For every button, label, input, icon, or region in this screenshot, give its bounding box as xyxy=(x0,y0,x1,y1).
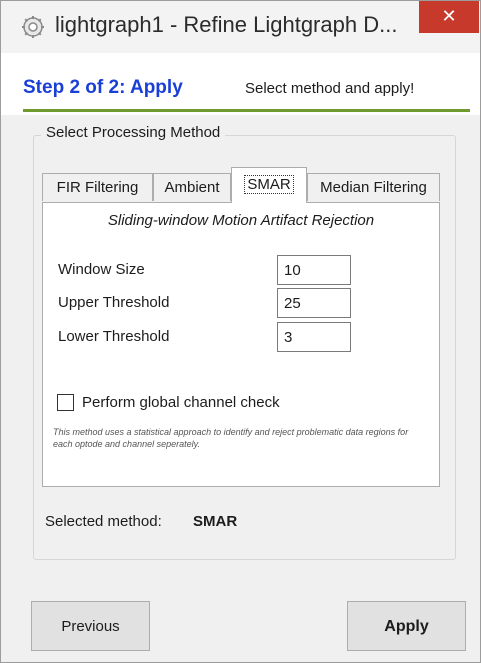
header-divider xyxy=(23,109,470,112)
lower-threshold-input[interactable] xyxy=(277,322,351,352)
tab-label: FIR Filtering xyxy=(56,179,139,196)
window-size-input[interactable] xyxy=(277,255,351,285)
tab-fir-filtering[interactable]: FIR Filtering xyxy=(42,173,153,201)
method-description: This method uses a statistical approach … xyxy=(53,427,409,449)
selected-method-label: Selected method: xyxy=(45,513,162,530)
global-channel-check-checkbox[interactable] xyxy=(57,394,74,411)
selected-method-value: SMAR xyxy=(193,513,238,530)
step-label: Step 2 of 2: Apply xyxy=(23,77,183,98)
window-title: lightgraph1 - Refine Lightgraph D... xyxy=(55,12,398,37)
tab-label: Median Filtering xyxy=(320,179,427,196)
title-bar[interactable]: lightgraph1 - Refine Lightgraph D... ✕ xyxy=(1,1,480,53)
group-legend: Select Processing Method xyxy=(41,124,226,141)
lower-threshold-label: Lower Threshold xyxy=(58,328,170,345)
tab-label: SMAR xyxy=(244,175,294,194)
previous-button[interactable]: Previous xyxy=(31,601,150,651)
close-icon: ✕ xyxy=(441,6,457,26)
close-button[interactable]: ✕ xyxy=(419,1,479,33)
dialog-window: lightgraph1 - Refine Lightgraph D... ✕ S… xyxy=(0,0,481,663)
tab-label: Ambient xyxy=(164,179,220,196)
tab-median-filtering[interactable]: Median Filtering xyxy=(307,173,440,201)
method-subtitle: Sliding-window Motion Artifact Rejection xyxy=(107,212,375,229)
window-size-label: Window Size xyxy=(58,261,145,278)
upper-threshold-input[interactable] xyxy=(277,288,351,318)
step-hint: Select method and apply! xyxy=(245,80,415,97)
tab-smar[interactable]: SMAR xyxy=(231,167,307,203)
apply-button[interactable]: Apply xyxy=(347,601,466,651)
global-channel-check-label[interactable]: Perform global channel check xyxy=(82,394,280,411)
upper-threshold-label: Upper Threshold xyxy=(58,294,170,311)
tab-ambient[interactable]: Ambient xyxy=(153,173,231,201)
gear-icon xyxy=(21,15,45,39)
